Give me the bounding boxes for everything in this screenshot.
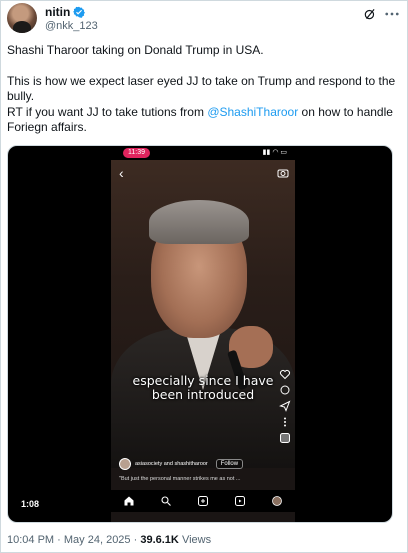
author-avatar[interactable] [7,3,37,33]
caption-line: especially since I have [132,373,274,388]
video-frame: 11:39 ▮▮ ◠ ▭ ‹ especially since I have b… [111,146,295,522]
views-label: Views [181,534,212,546]
search-icon [161,496,172,506]
phone-status-bar: 11:39 ▮▮ ◠ ▭ [111,146,295,160]
home-icon [124,496,134,506]
mention-link[interactable]: @ShashiTharoor [207,105,298,119]
phone-time: 11:39 [123,148,150,158]
reel-avatar [119,458,131,470]
grok-icon[interactable] [363,7,377,21]
tweet-footer: 10:04 PM · May 24, 2025 · 39.6.1K Views [7,534,211,546]
reel-accounts: asiasociety and shashitharoor [135,461,208,467]
tweet-text: Shashi Tharoor taking on Donald Trump in… [7,43,399,136]
author-display-name[interactable]: nitin [45,5,70,19]
tweet-text-line: RT if you want JJ to take tutions from @… [7,105,399,136]
more-options-icon[interactable] [383,7,401,21]
signal-wifi-battery-icon: ▮▮ ◠ ▭ [262,149,287,156]
camera-icon [277,169,289,178]
tweet-header: nitin @nkk_123 [7,3,403,37]
video-scene [111,160,295,468]
tweet-text-segment: RT if you want JJ to take tutions from [7,104,208,119]
video-player[interactable]: 11:39 ▮▮ ◠ ▭ ‹ especially since I have b… [7,145,393,523]
profile-icon [271,496,282,506]
reel-description: "But just the personal manner strikes me… [119,476,241,482]
reel-follow-button: Follow [215,459,244,469]
comment-icon [280,385,290,395]
more-icon [284,417,286,427]
author-handle[interactable]: @nkk_123 [45,20,98,32]
back-chevron-icon: ‹ [119,165,124,181]
heart-icon [280,370,290,380]
tweet-text-line: Shashi Tharoor taking on Donald Trump in… [7,43,264,57]
reels-icon [234,496,245,506]
verified-badge-icon [73,6,86,18]
separator-dot: · [57,534,61,546]
instagram-nav-bar [111,490,295,512]
caption-line: been introduced [151,387,255,402]
views-count: 39.6.1K [140,534,179,546]
audio-icon [280,433,290,443]
post-time[interactable]: 10:04 PM [7,534,54,546]
reel-side-actions [279,368,291,444]
create-icon [197,496,208,506]
separator-dot: · [133,534,138,546]
tweet-text-line: This is how we expect laser eyed JJ to t… [7,73,396,104]
share-icon [279,400,291,412]
post-date[interactable]: May 24, 2025 [64,534,131,546]
video-caption: especially since I have been introduced [115,374,291,402]
tweet-card: nitin @nkk_123 Shashi Tharoor taking on … [0,0,408,553]
reel-author-row: asiasociety and shashitharoor Follow [119,456,295,472]
author-name-row: nitin [45,5,86,19]
video-duration: 1:08 [21,499,40,509]
